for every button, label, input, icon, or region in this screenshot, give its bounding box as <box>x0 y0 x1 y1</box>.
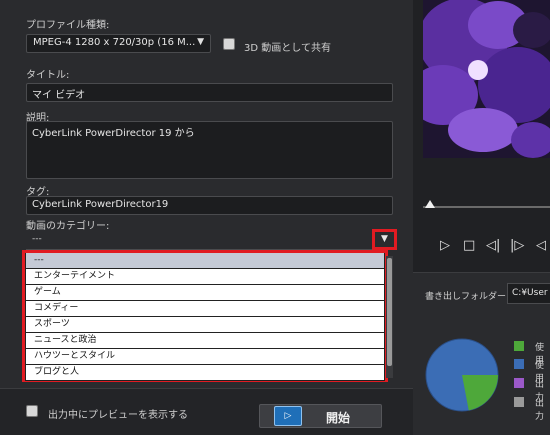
scrollbar-thumb[interactable] <box>387 258 392 366</box>
flower-preview-image <box>423 0 550 158</box>
category-label: 動画のカテゴリー: <box>26 221 110 232</box>
category-option[interactable]: ニュースと政治 <box>25 333 385 349</box>
legend-swatch <box>514 397 524 407</box>
category-option[interactable]: ハウツーとスタイル <box>25 349 385 365</box>
category-option[interactable]: コメディー <box>25 301 385 317</box>
film-play-icon: ▷ <box>274 406 302 426</box>
previous-frame-icon[interactable]: ◁| <box>486 238 500 253</box>
stop-icon[interactable]: □ <box>463 238 475 253</box>
legend-swatch <box>514 341 524 351</box>
tags-input[interactable]: CyberLink PowerDirector19 <box>26 196 393 215</box>
play-icon[interactable]: ▷ <box>440 238 450 253</box>
start-button-label: 開始 <box>326 411 351 425</box>
category-option[interactable]: ゲーム <box>25 285 385 301</box>
category-option[interactable]: ブログと人 <box>25 365 385 381</box>
category-dropdown-button[interactable]: ▼ <box>372 229 397 250</box>
category-option[interactable]: スポーツ <box>25 317 385 333</box>
category-dropdown-list: --- エンターテイメント ゲーム コメディー スポーツ ニュースと政治 ハウツ… <box>22 250 388 382</box>
category-select[interactable]: --- <box>26 231 393 250</box>
profile-type-select[interactable]: MPEG-4 1280 x 720/30p (16 M... ▼ <box>26 34 211 53</box>
disk-usage-pie <box>425 338 499 415</box>
category-selected-value: --- <box>32 234 42 244</box>
description-textarea[interactable]: CyberLink PowerDirector 19 から <box>26 121 393 179</box>
start-button[interactable]: ▷ 開始 <box>259 404 382 428</box>
chevron-down-icon: ▼ <box>381 234 388 244</box>
category-option[interactable]: エンターテイメント <box>25 269 385 285</box>
title-input[interactable]: マイ ビデオ <box>26 83 393 102</box>
share-3d-checkbox[interactable] <box>223 38 235 50</box>
output-folder-input[interactable]: C:¥User <box>507 283 550 304</box>
chevron-down-icon: ▼ <box>197 37 204 47</box>
preview-during-output-label: 出力中にプレビューを表示する <box>48 410 188 421</box>
video-preview <box>423 0 550 158</box>
output-folder-label: 書き出しフォルダー: <box>425 292 510 302</box>
share-3d-label: 3D 動画として共有 <box>244 43 331 54</box>
legend-swatch <box>514 359 524 369</box>
dropdown-scrollbar[interactable] <box>386 256 393 378</box>
category-option[interactable]: --- <box>25 253 385 269</box>
legend-label: 出力 <box>535 399 545 422</box>
timeline-seekbar[interactable] <box>423 206 550 208</box>
profile-type-label: プロファイル種類: <box>26 20 110 31</box>
next-frame-icon[interactable]: |▷ <box>510 238 524 253</box>
title-label: タイトル: <box>26 70 70 81</box>
seek-handle[interactable] <box>425 200 435 208</box>
volume-icon[interactable]: ◁ <box>536 238 546 253</box>
legend-swatch <box>514 378 524 388</box>
profile-type-value: MPEG-4 1280 x 720/30p (16 M... <box>33 37 196 48</box>
preview-during-output-checkbox[interactable] <box>26 405 38 417</box>
